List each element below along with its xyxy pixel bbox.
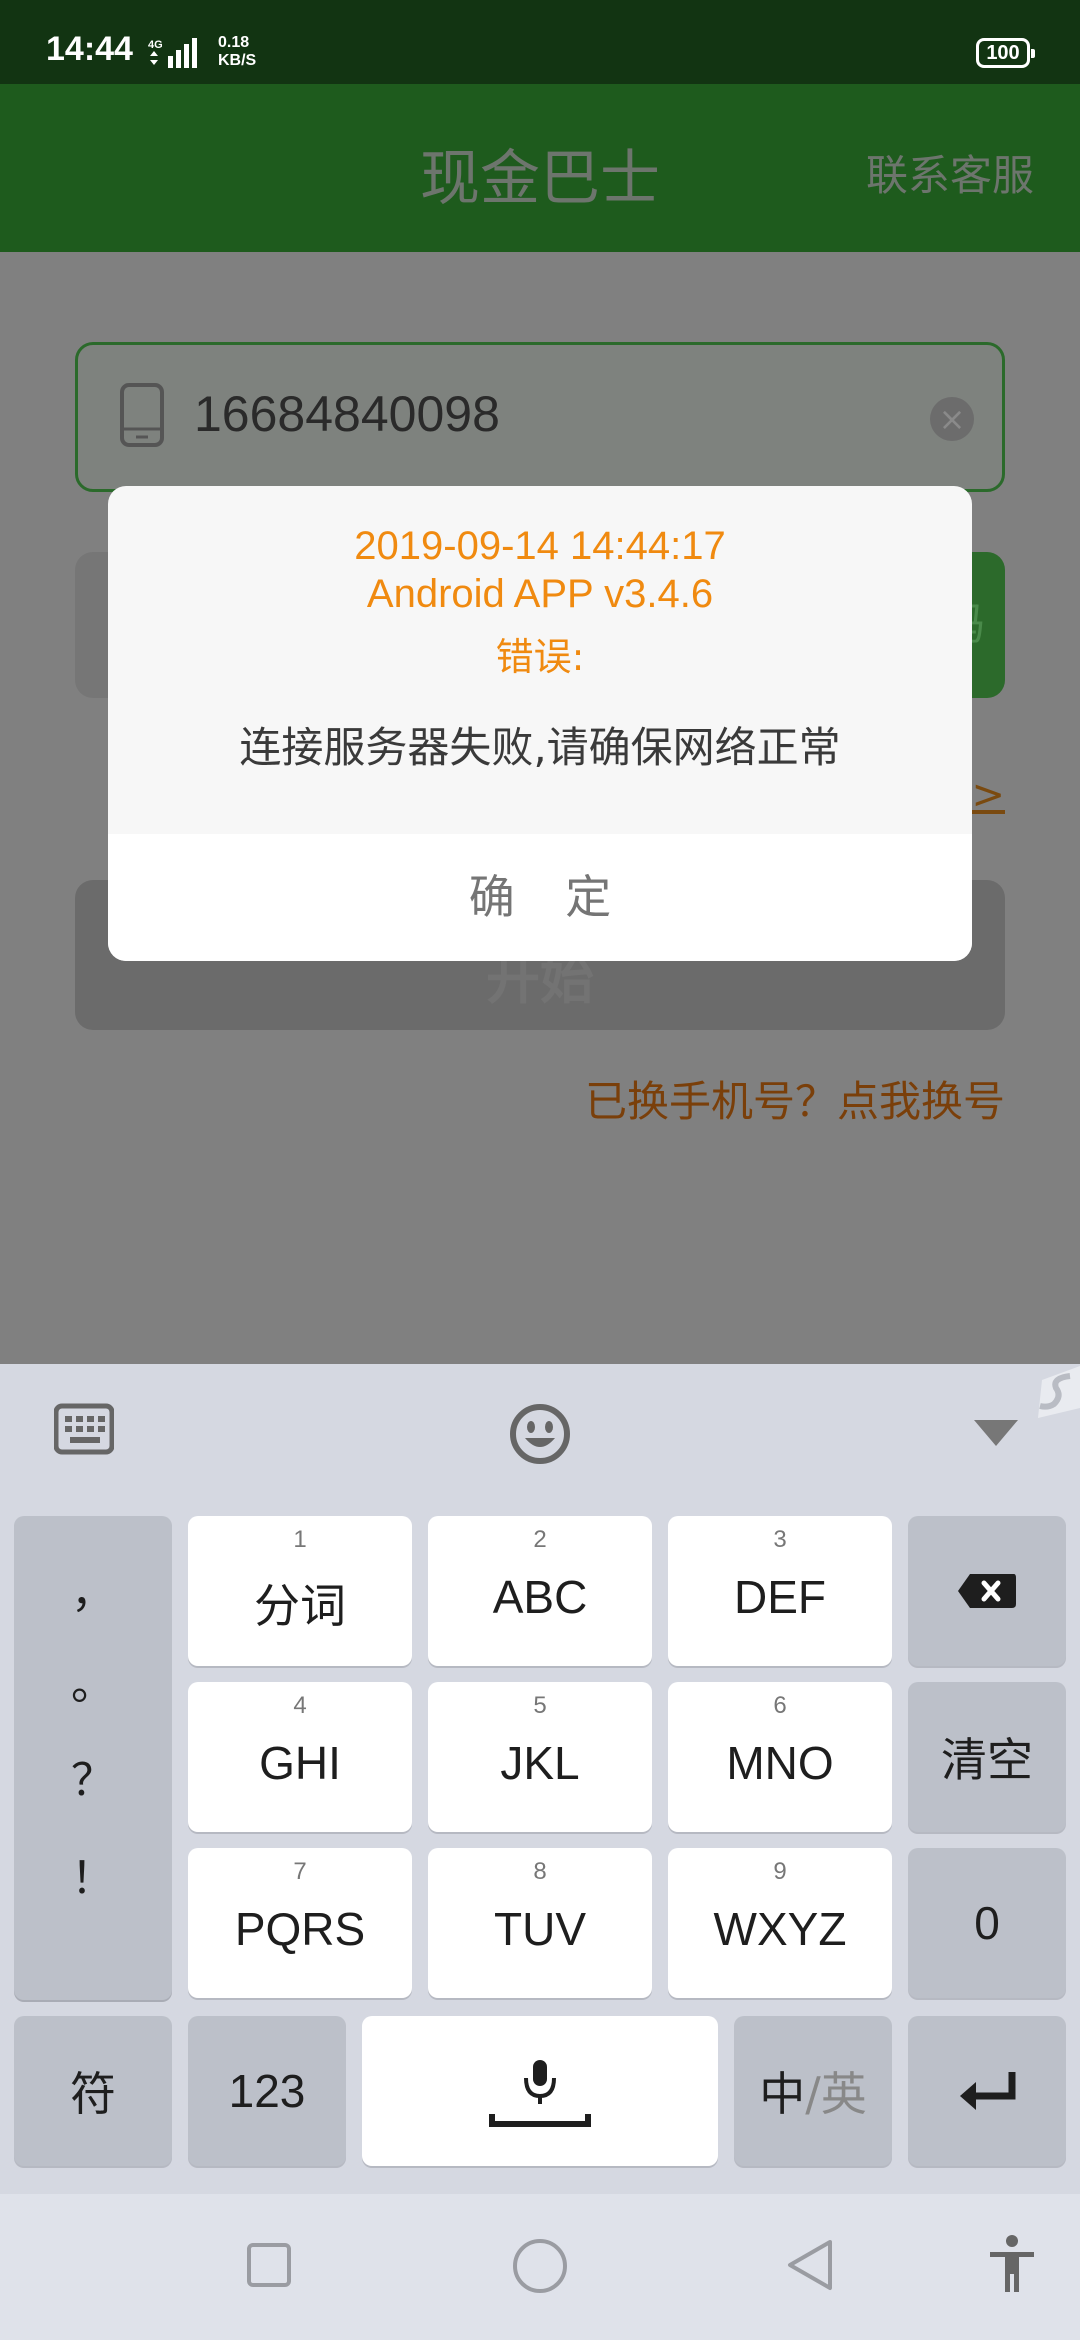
key-6[interactable]: 6 MNO: [668, 1682, 892, 1832]
navigation-bar: [0, 2194, 1080, 2340]
back-icon[interactable]: [786, 2238, 834, 2292]
network-type: 4G: [148, 39, 163, 51]
app-bar: 现金巴士 联系客服: [0, 84, 1080, 252]
key-9[interactable]: 9 WXYZ: [668, 1848, 892, 1998]
dialog-error-label: 错误:: [495, 635, 585, 679]
status-time: 14:44: [46, 30, 133, 68]
symbol-key[interactable]: 符: [14, 2016, 172, 2166]
punctuation-key[interactable]: ， 。 ？ ！: [14, 1516, 172, 2000]
network-speed: 0.18 KB/S: [218, 34, 257, 69]
home-icon[interactable]: [512, 2238, 568, 2294]
emoji-icon[interactable]: [508, 1402, 572, 1466]
keyboard-icon[interactable]: [54, 1402, 114, 1456]
recents-icon[interactable]: [246, 2242, 292, 2288]
phone-input[interactable]: 16684840098 ×: [75, 342, 1005, 492]
language-switch-key[interactable]: 中/英: [734, 2016, 892, 2166]
key-8[interactable]: 8 TUV: [428, 1848, 652, 1998]
signal-icon: 4G: [148, 38, 197, 68]
dialog-version: Android APP v3.4.6: [366, 572, 714, 616]
key-3[interactable]: 3 DEF: [668, 1516, 892, 1666]
microphone-icon: [489, 2060, 591, 2127]
key-5[interactable]: 5 JKL: [428, 1682, 652, 1832]
key-0[interactable]: 0: [908, 1848, 1066, 1998]
battery-icon: 100: [976, 38, 1035, 68]
phone-value: 16684840098: [194, 386, 500, 442]
dialog-timestamp: 2019-09-14 14:44:17: [354, 524, 726, 568]
accessibility-icon[interactable]: [986, 2234, 1038, 2294]
clear-input-icon[interactable]: ×: [930, 397, 974, 441]
phone-icon: [120, 383, 164, 447]
number-mode-key[interactable]: 123: [188, 2016, 346, 2166]
backspace-key[interactable]: [908, 1516, 1066, 1666]
backspace-icon: [958, 1574, 1016, 1608]
keyboard: ， 。 ？ ！ 1 分词 2 ABC 3 DEF 4 GHI 5 JKL 6 M…: [0, 1364, 1080, 2194]
keyboard-toolbar: [0, 1364, 1080, 1494]
key-2[interactable]: 2 ABC: [428, 1516, 652, 1666]
key-7[interactable]: 7 PQRS: [188, 1848, 412, 1998]
key-4[interactable]: 4 GHI: [188, 1682, 412, 1832]
dialog-message: 连接服务器失败,请确保网络正常: [239, 723, 841, 772]
enter-key[interactable]: [908, 2016, 1066, 2166]
space-voice-key[interactable]: [362, 2016, 718, 2166]
sogou-logo-icon: [1038, 1366, 1080, 1418]
agreement-link[interactable]: >: [971, 772, 1005, 818]
collapse-keyboard-icon[interactable]: [972, 1416, 1020, 1448]
contact-service-button[interactable]: 联系客服: [866, 142, 1034, 203]
dialog-ok-button[interactable]: 确 定: [108, 834, 972, 961]
status-bar: 14:44 4G 0.18 KB/S 100: [0, 0, 1080, 84]
change-phone-link[interactable]: 已换手机号？点我换号: [585, 1068, 1005, 1129]
key-1[interactable]: 1 分词: [188, 1516, 412, 1666]
error-dialog: 2019-09-14 14:44:17 Android APP v3.4.6 错…: [108, 486, 972, 961]
enter-icon: [960, 2072, 1016, 2110]
clear-key[interactable]: 清空: [908, 1682, 1066, 1832]
